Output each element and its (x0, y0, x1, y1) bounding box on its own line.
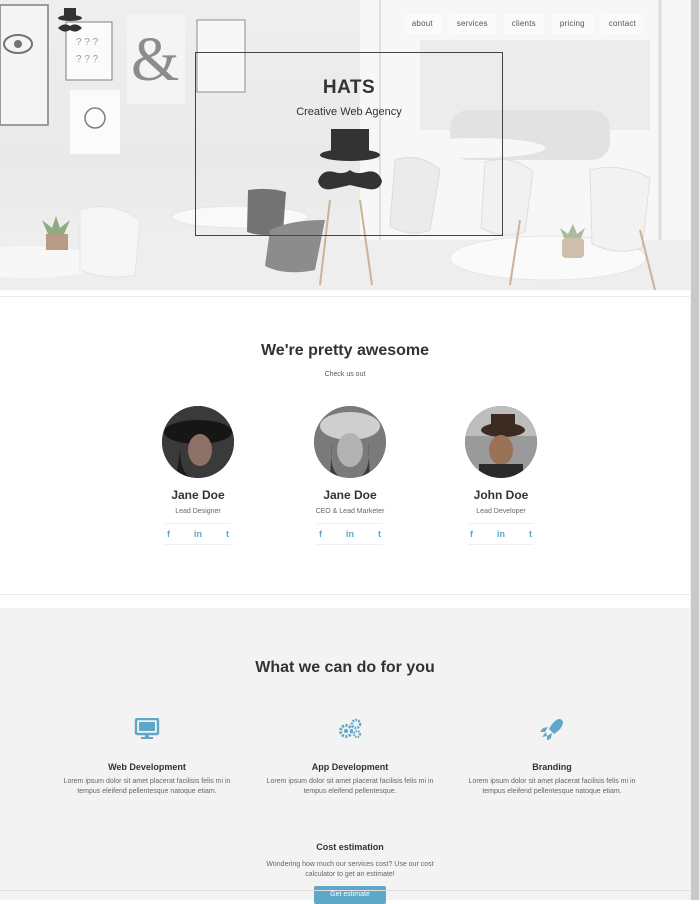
cost-estimation: Cost estimation Wondering how much our s… (255, 842, 445, 904)
team-member-card: Jane Doe CEO & Lead Marketer f in t (275, 406, 425, 545)
services-section: What we can do for you Web Development L… (0, 608, 690, 904)
team-section: We're pretty awesome Check us out Jane D… (0, 297, 690, 595)
service-title: Branding (532, 762, 572, 772)
estimate-title: Cost estimation (316, 842, 384, 852)
twitter-icon[interactable]: t (378, 529, 381, 539)
rocket-icon (540, 719, 563, 741)
twitter-icon[interactable]: t (226, 529, 229, 539)
nav-services[interactable]: services (448, 14, 496, 33)
service-text: Lorem ipsum dolor sit amet placerat faci… (468, 778, 636, 795)
hero-section: ? ? ? ? ? ? & (0, 0, 690, 290)
nav-clients[interactable]: clients (503, 14, 544, 33)
team-title: We're pretty awesome (260, 342, 430, 359)
divider (0, 890, 690, 891)
gears-icon (339, 718, 362, 739)
divider (0, 594, 690, 595)
services-title: What we can do for you (255, 659, 435, 676)
service-card: Branding Lorem ipsum dolor sit amet plac… (457, 718, 647, 797)
estimate-text: Wondering how much our services cost? Us… (266, 861, 434, 878)
service-card: App Development Lorem ipsum dolor sit am… (255, 718, 445, 797)
facebook-icon[interactable]: f (319, 529, 322, 539)
team-member-card: Jane Doe Lead Designer f in t (123, 406, 273, 545)
hat-logo-icon[interactable] (54, 6, 86, 38)
member-name: Jane Doe (323, 488, 377, 502)
twitter-icon[interactable]: t (529, 529, 532, 539)
service-card: Web Development Lorem ipsum dolor sit am… (52, 717, 242, 797)
hero-frame: HATS Creative Web Agency (195, 52, 503, 236)
team-member-card: John Doe Lead Developer f in t (426, 406, 576, 545)
social-links: f in t (468, 523, 534, 545)
hero-subtitle: Creative Web Agency (296, 106, 402, 118)
member-role: Lead Designer (175, 508, 221, 515)
hat-mustache-icon (318, 129, 382, 190)
page-scrollbar[interactable] (690, 0, 700, 900)
service-text: Lorem ipsum dolor sit amet placerat faci… (63, 778, 231, 795)
member-role: CEO & Lead Marketer (315, 508, 385, 515)
avatar (465, 406, 537, 478)
service-text: Lorem ipsum dolor sit amet placerat faci… (266, 778, 434, 795)
member-role: Lead Developer (476, 508, 526, 515)
scrollbar-thumb[interactable] (691, 0, 699, 900)
member-name: John Doe (473, 488, 529, 502)
hero-title: HATS (322, 77, 376, 98)
nav-pricing[interactable]: pricing (551, 14, 593, 33)
avatar (162, 406, 234, 478)
nav-contact[interactable]: contact (600, 14, 644, 33)
linkedin-icon[interactable]: in (346, 529, 354, 539)
linkedin-icon[interactable]: in (194, 529, 202, 539)
monitor-icon (134, 717, 160, 739)
linkedin-icon[interactable]: in (497, 529, 505, 539)
facebook-icon[interactable]: f (470, 529, 473, 539)
member-name: Jane Doe (171, 488, 225, 502)
social-links: f in t (317, 523, 383, 545)
facebook-icon[interactable]: f (167, 529, 170, 539)
get-estimate-button[interactable]: Get estimate (314, 886, 386, 904)
service-title: Web Development (108, 762, 186, 772)
main-nav: about services clients pricing contact (396, 14, 644, 33)
service-title: App Development (311, 762, 389, 772)
avatar (314, 406, 386, 478)
team-subtitle: Check us out (324, 371, 366, 378)
social-links: f in t (165, 523, 231, 545)
nav-about[interactable]: about (403, 14, 441, 33)
